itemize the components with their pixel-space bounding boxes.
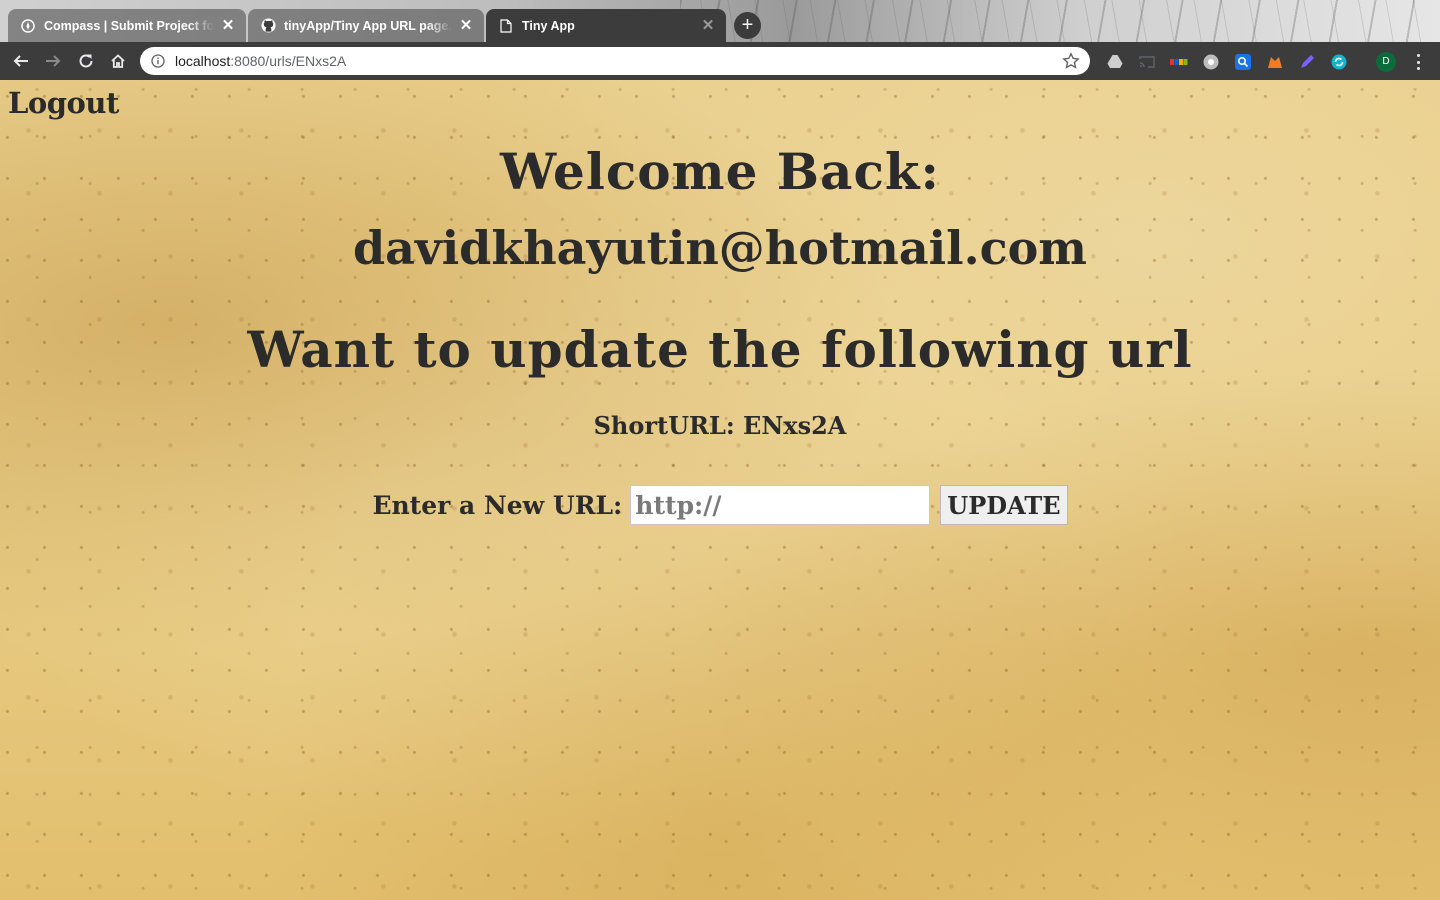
new-tab-button[interactable]: + bbox=[734, 12, 761, 39]
back-arrow-icon bbox=[13, 55, 28, 67]
page-icon bbox=[498, 18, 514, 34]
drive-extension-icon[interactable] bbox=[1106, 53, 1124, 71]
back-button[interactable] bbox=[8, 48, 34, 74]
bookmark-star-icon[interactable] bbox=[1062, 52, 1080, 70]
update-url-form: Enter a New URL: UPDATE bbox=[0, 485, 1440, 525]
forward-button[interactable] bbox=[40, 48, 66, 74]
new-url-label: Enter a New URL: bbox=[372, 490, 623, 520]
page-content: Logout Welcome Back: davidkhayutin@hotma… bbox=[0, 80, 1440, 900]
ebay-extension-icon[interactable] bbox=[1170, 53, 1188, 71]
info-icon[interactable] bbox=[151, 54, 165, 68]
fox-extension-icon[interactable] bbox=[1266, 53, 1284, 71]
tab-tiny-app[interactable]: Tiny App ✕ bbox=[486, 9, 726, 42]
home-button[interactable] bbox=[105, 48, 131, 74]
tab-github[interactable]: tinyApp/Tiny App URL page.png ✕ bbox=[248, 9, 484, 42]
forward-arrow-icon bbox=[46, 55, 61, 67]
tab-compass[interactable]: Compass | Submit Project for E ✕ bbox=[8, 9, 246, 42]
profile-avatar[interactable]: D bbox=[1376, 52, 1396, 72]
reload-button[interactable] bbox=[73, 48, 99, 74]
github-icon bbox=[260, 18, 276, 34]
update-heading: Want to update the following url bbox=[247, 320, 1193, 379]
address-url: localhost:8080/urls/ENxs2A bbox=[175, 53, 1062, 69]
tab-title: Compass | Submit Project for E bbox=[44, 18, 214, 33]
user-email: davidkhayutin@hotmail.com bbox=[353, 221, 1087, 275]
browser-menu-icon[interactable] bbox=[1410, 52, 1426, 72]
search-extension-icon[interactable] bbox=[1234, 53, 1252, 71]
reload-icon bbox=[79, 54, 93, 68]
tab-title: tinyApp/Tiny App URL page.png bbox=[284, 18, 452, 33]
sync-extension-icon[interactable] bbox=[1330, 53, 1348, 71]
close-icon[interactable]: ✕ bbox=[458, 17, 474, 34]
compass-icon bbox=[20, 18, 36, 34]
welcome-heading: Welcome Back: bbox=[499, 142, 940, 201]
tab-title: Tiny App bbox=[522, 18, 575, 33]
close-icon[interactable]: ✕ bbox=[700, 17, 716, 34]
address-bar[interactable]: localhost:8080/urls/ENxs2A bbox=[140, 47, 1090, 75]
new-url-input[interactable] bbox=[630, 485, 931, 525]
browser-theme-background bbox=[680, 0, 1440, 42]
cast-icon[interactable] bbox=[1138, 53, 1156, 71]
update-button[interactable]: UPDATE bbox=[940, 485, 1068, 525]
browser-toolbar: localhost:8080/urls/ENxs2A D bbox=[0, 42, 1440, 80]
close-icon[interactable]: ✕ bbox=[220, 17, 236, 34]
logout-link[interactable]: Logout bbox=[8, 86, 119, 120]
gray-extension-icon[interactable] bbox=[1202, 53, 1220, 71]
pen-extension-icon[interactable] bbox=[1298, 53, 1316, 71]
address-host: localhost bbox=[175, 53, 231, 69]
tab-strip: Compass | Submit Project for E ✕ tinyApp… bbox=[0, 0, 1440, 42]
home-icon bbox=[111, 54, 125, 68]
short-url-text: ShortURL: ENxs2A bbox=[593, 411, 847, 440]
address-path: :8080/urls/ENxs2A bbox=[230, 53, 347, 69]
